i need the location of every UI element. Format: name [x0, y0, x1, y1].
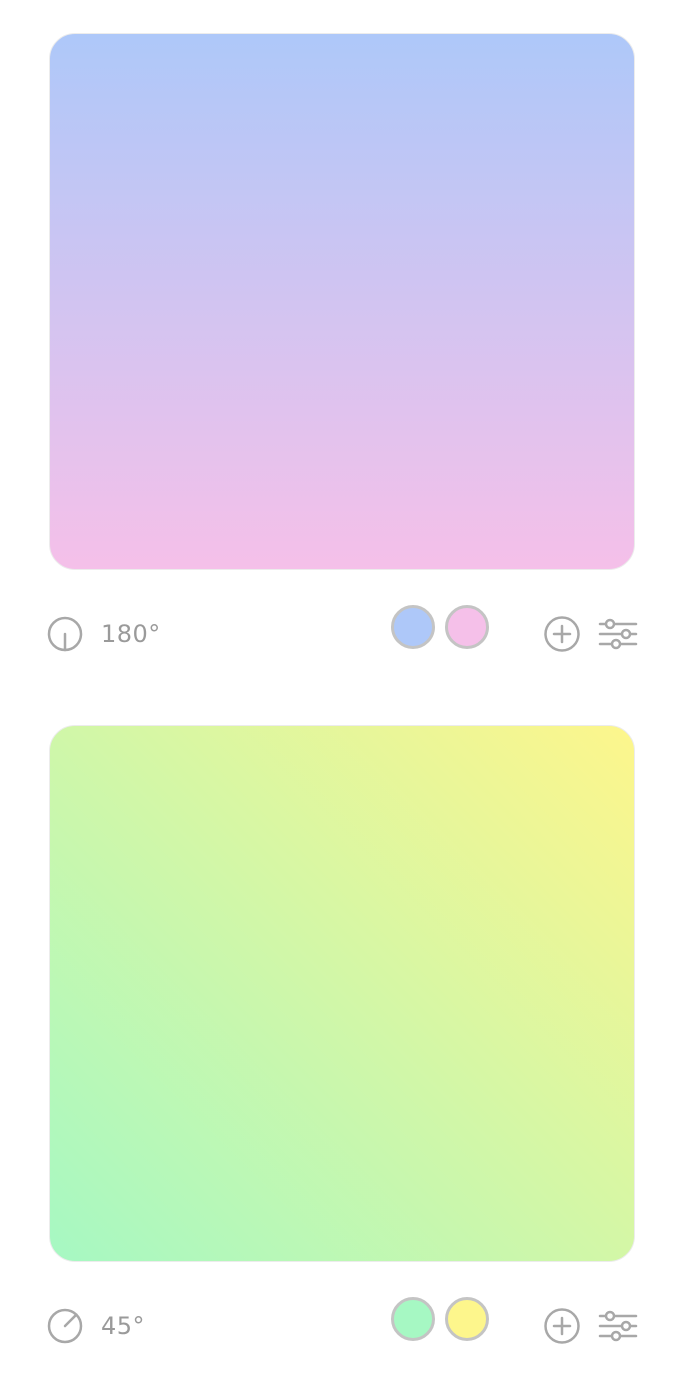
gradient-settings-button[interactable]	[598, 615, 638, 653]
sliders-icon	[598, 1310, 638, 1342]
gradient-controls-2: 45°	[0, 1296, 678, 1356]
angle-dial-icon[interactable]	[47, 1308, 83, 1344]
color-stop-blue[interactable]	[391, 605, 435, 649]
gradient-card-2: 45°	[0, 692, 678, 1372]
color-stop-pink[interactable]	[445, 605, 489, 649]
color-stop-yellow[interactable]	[445, 1297, 489, 1341]
sliders-icon	[598, 618, 638, 650]
plus-circle-icon	[544, 616, 580, 652]
angle-value-label: 180°	[101, 620, 161, 648]
add-color-button[interactable]	[543, 615, 581, 653]
gradient-card-1: 180°	[0, 0, 678, 680]
gradient-controls-1: 180°	[0, 604, 678, 664]
gradient-settings-button[interactable]	[598, 1307, 638, 1345]
angle-dial-icon[interactable]	[47, 616, 83, 652]
plus-circle-icon	[544, 1308, 580, 1344]
gradient-preview-1[interactable]	[49, 33, 635, 570]
gradient-preview-2[interactable]	[49, 725, 635, 1262]
add-color-button[interactable]	[543, 1307, 581, 1345]
color-stop-green[interactable]	[391, 1297, 435, 1341]
angle-value-label: 45°	[101, 1312, 146, 1340]
